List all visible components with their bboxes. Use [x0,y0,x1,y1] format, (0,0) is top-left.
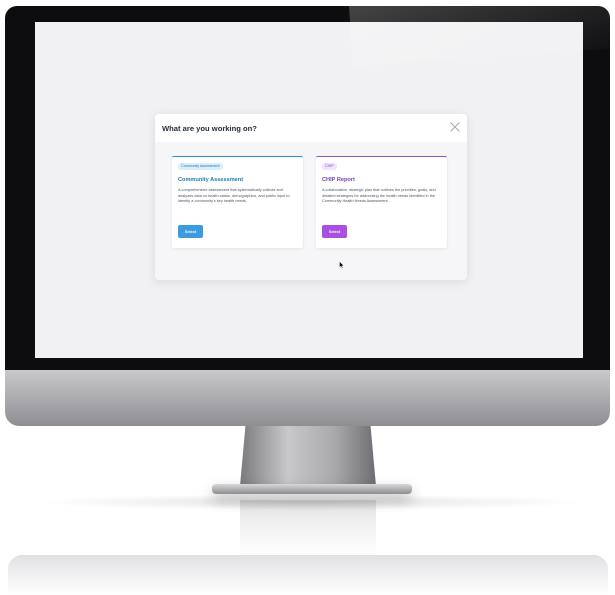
project-type-modal: What are you working on? Community Asses… [155,114,467,280]
card-badge: CHIP [322,163,337,170]
chip-report-card[interactable]: CHIP CHIP Report A collaborative, strate… [316,156,447,248]
card-description: A comprehensive assessment that systemat… [178,188,290,204]
monitor-chin [5,370,610,426]
select-community-assessment-button[interactable]: Select [178,225,203,238]
modal-body: Community Assessment Community Assessmen… [155,142,467,280]
stand-shadow [30,494,590,510]
app-screen: What are you working on? Community Asses… [35,22,583,358]
select-chip-report-button[interactable]: Select [322,225,347,238]
card-title: Community Assessment [178,177,244,183]
mouse-pointer-icon [339,256,345,269]
close-icon[interactable] [449,120,461,132]
modal-title: What are you working on? [162,124,257,133]
card-description: A collaborative, strategic plan that out… [322,188,436,204]
card-badge: Community Assessment [178,163,223,170]
monitor-bezel: What are you working on? Community Asses… [5,6,610,370]
community-assessment-card[interactable]: Community Assessment Community Assessmen… [172,156,303,248]
monitor-reflection [8,555,608,595]
monitor-stand-base [212,484,412,494]
card-title: CHIP Report [322,177,355,183]
monitor-stand [240,426,376,486]
